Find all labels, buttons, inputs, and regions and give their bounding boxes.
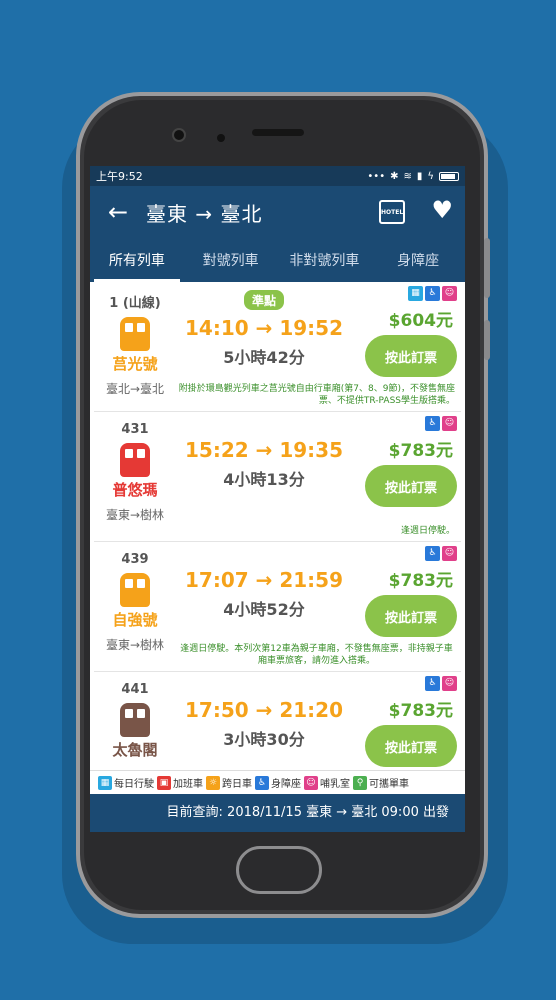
train-icon [120,443,150,477]
legend-label: 哺乳室 [320,779,350,790]
wheelchair-icon: ♿ [255,775,269,790]
volume-button [484,238,490,298]
app-bar: ← 臺東 → 臺北 HOTEL ♥ [90,186,465,238]
more-icon: ••• [367,170,386,182]
train-row[interactable]: 431 普悠瑪 臺東→樹林 15:22 → 19:35 4小時13分 ♿ ☺ $… [94,412,461,542]
tab-all-trains[interactable]: 所有列車 [90,238,184,282]
charging-icon: ϟ [427,170,434,182]
ticket-price: $783元 [388,571,453,591]
app-screen: 上午9:52 ••• ✱ ≋ ▮ ϟ ← 臺東 → 臺北 HOTEL ♥ 所有列… [90,166,465,832]
bicycle-icon: ⚲ [353,775,367,790]
train-type: 普悠瑪 [112,481,158,499]
train-row[interactable]: 441 太魯閣 17:50 → 21:20 3小時30分 ♿ ☺ $783元 按… [94,672,461,770]
power-button [484,320,490,360]
book-ticket-button[interactable]: 按此訂票 [365,595,457,637]
train-direction: 臺東→樹林 [105,508,165,522]
hotel-icon[interactable]: HOTEL [379,200,405,224]
status-bar: 上午9:52 ••• ✱ ≋ ▮ ϟ [90,166,465,186]
nursing-room-icon: ☺ [304,775,318,790]
speaker [252,129,304,136]
train-duration: 4小時52分 [223,600,305,619]
train-direction: 臺北→臺北 [105,382,165,396]
daily-calendar-icon: ▦ [98,775,112,790]
tab-unreserved-trains[interactable]: 非對號列車 [278,238,372,282]
train-row[interactable]: 439 自強號 臺東→樹林 17:07 → 21:59 4小時52分 ♿ ☺ $… [94,542,461,672]
nursing-room-icon: ☺ [442,546,457,561]
home-button[interactable] [236,846,322,894]
legend-bar: ▦ 每日行駛 ▣ 加班車 ☼ 跨日車 ♿ 身障座 ☺ 哺乳室 ⚲ 可攜單車 [90,770,465,794]
ticket-price: $604元 [388,311,453,331]
signal-icon: ▮ [416,170,423,182]
ticket-price: $783元 [388,701,453,721]
tab-reserved-trains[interactable]: 對號列車 [184,238,278,282]
train-duration: 5小時42分 [223,348,305,367]
favorite-heart-icon[interactable]: ♥ [431,196,453,224]
train-times: 17:50 → 21:20 [184,698,343,722]
sensor [217,134,225,142]
legend-label: 每日行駛 [114,779,154,790]
nursing-room-icon: ☺ [442,416,457,431]
train-type: 自強號 [112,611,158,629]
train-list[interactable]: 1 (山線) 莒光號 臺北→臺北 準點 14:10 → 19:52 5小時42分… [90,282,465,770]
train-duration: 4小時13分 [223,470,305,489]
nursing-room-icon: ☺ [442,676,457,691]
train-times: 17:07 → 21:59 [184,568,343,592]
train-icon [120,703,150,737]
train-note: 逢週日停駛。 [400,526,455,536]
query-summary: 目前查詢: 2018/11/15 臺東 → 臺北 09:00 出發 [90,794,465,832]
bluetooth-icon: ✱ [390,170,399,182]
train-note: 附掛於環島觀光列車之莒光號自由行車廂(第7、8、9節)，不發售無座票、不提供TR… [178,384,455,406]
train-icon [120,317,150,351]
train-row[interactable]: 1 (山線) 莒光號 臺北→臺北 準點 14:10 → 19:52 5小時42分… [94,282,461,412]
camera [172,128,186,142]
train-times: 15:22 → 19:35 [184,438,343,462]
wheelchair-icon: ♿ [425,676,440,691]
status-time: 上午9:52 [96,170,143,183]
train-number: 1 (山線) [109,296,161,311]
train-number: 441 [121,682,149,697]
ticket-price: $783元 [388,441,453,461]
wheelchair-icon: ♿ [425,416,440,431]
book-ticket-button[interactable]: 按此訂票 [365,725,457,767]
page-title: 臺東 → 臺北 [146,201,263,226]
legend-label: 身障座 [271,779,301,790]
nursing-room-icon: ☺ [442,286,457,301]
train-type: 莒光號 [112,355,158,373]
back-arrow-icon[interactable]: ← [90,198,146,226]
wheelchair-icon: ♿ [425,286,440,301]
extra-train-icon: ▣ [157,775,171,790]
book-ticket-button[interactable]: 按此訂票 [365,335,457,377]
overnight-train-icon: ☼ [206,775,220,790]
train-number: 439 [121,552,149,567]
battery-icon [439,171,459,181]
legend-label: 跨日車 [222,779,252,790]
train-number: 431 [121,422,149,437]
train-duration: 3小時30分 [223,730,305,749]
book-ticket-button[interactable]: 按此訂票 [365,465,457,507]
train-times: 14:10 → 19:52 [184,316,343,340]
ontime-badge: 準點 [243,290,284,310]
train-icon [120,573,150,607]
wifi-icon: ≋ [403,170,412,182]
train-direction: 臺東→樹林 [105,638,165,652]
train-note: 逢週日停駛。本列次第12車為親子車廂，不發售無座票，非持親子車廂車票旅客，請勿進… [180,644,453,666]
legend-label: 加班車 [173,779,203,790]
wheelchair-icon: ♿ [425,546,440,561]
daily-calendar-icon: ▦ [408,286,423,301]
legend-label: 可攜單車 [369,779,409,790]
train-type: 太魯閣 [112,741,158,759]
tab-bar: 所有列車 對號列車 非對號列車 身障座 [90,238,465,282]
tab-accessible-seats[interactable]: 身障座 [371,238,465,282]
